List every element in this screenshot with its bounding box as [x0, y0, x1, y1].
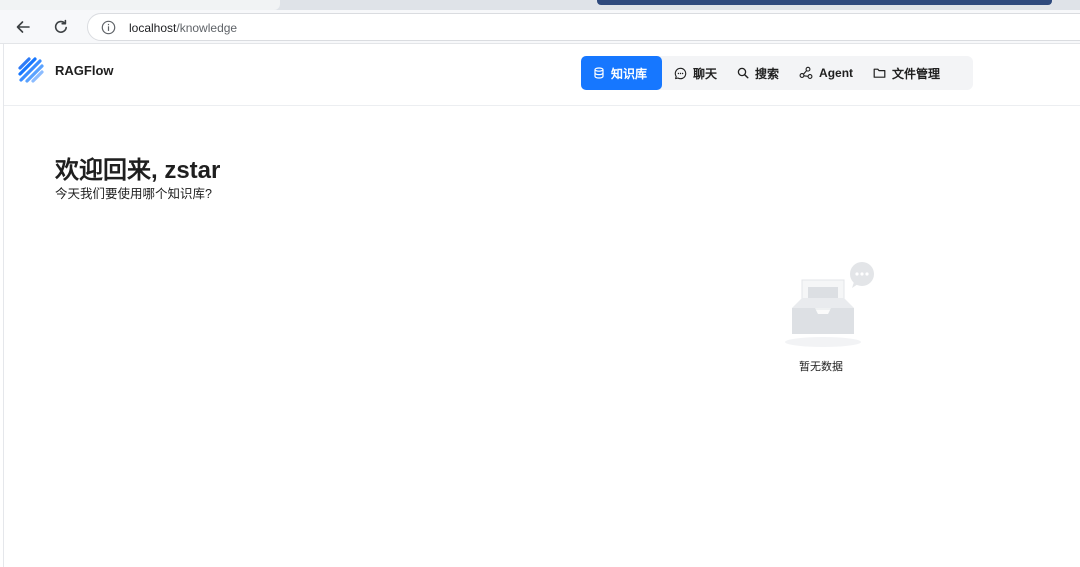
address-bar[interactable]: localhost/knowledge: [87, 13, 1080, 41]
nav-label-agent: Agent: [819, 66, 854, 80]
nav-item-files[interactable]: 文件管理: [863, 56, 950, 90]
url-host: localhost: [129, 21, 177, 35]
browser-tab-highlight[interactable]: [597, 0, 1052, 5]
database-icon: [594, 67, 604, 79]
empty-state-text: 暂无数据: [799, 361, 843, 373]
nav-item-search[interactable]: 搜索: [727, 56, 789, 90]
back-button[interactable]: [11, 15, 35, 39]
browser-tab-active[interactable]: [0, 0, 280, 10]
graph-icon: [799, 66, 813, 79]
nav-item-agent[interactable]: Agent: [789, 56, 863, 90]
main-nav: 知识库 聊天 搜索 Agent 文件管理: [581, 56, 973, 90]
empty-inbox-icon: [785, 262, 874, 347]
arrow-left-icon: [16, 21, 30, 33]
nav-label-knowledge: 知识库: [611, 66, 648, 81]
url-path: /knowledge: [176, 21, 238, 35]
page-title: 欢迎回来, zstar: [55, 157, 221, 184]
browser-tab-strip: [0, 0, 1080, 10]
reload-icon: [54, 19, 67, 33]
ragflow-logo-icon: [18, 57, 44, 83]
nav-label-files: 文件管理: [892, 66, 941, 81]
nav-item-knowledge[interactable]: 知识库: [581, 56, 662, 90]
browser-toolbar: localhost/knowledge: [0, 10, 1080, 44]
nav-label-search: 搜索: [755, 66, 780, 81]
nav-label-chat: 聊天: [693, 66, 718, 81]
app-logo[interactable]: RAGFlow: [16, 55, 114, 85]
url-text: localhost/knowledge: [129, 21, 237, 35]
app-name: RAGFlow: [55, 62, 114, 78]
page-subtitle: 今天我们要使用哪个知识库?: [55, 187, 212, 201]
app-header: RAGFlow 知识库 聊天 搜索 Agent 文件管理: [4, 44, 1080, 106]
search-icon: [737, 67, 749, 79]
folder-icon: [873, 68, 886, 78]
chat-icon: [674, 67, 687, 79]
info-icon[interactable]: [101, 20, 116, 35]
nav-item-chat[interactable]: 聊天: [662, 56, 727, 90]
app-window: RAGFlow 知识库 聊天 搜索 Agent 文件管理 欢迎回来, zstar…: [3, 44, 1080, 567]
reload-button[interactable]: [49, 15, 73, 39]
empty-state: 暂无数据: [784, 262, 880, 373]
